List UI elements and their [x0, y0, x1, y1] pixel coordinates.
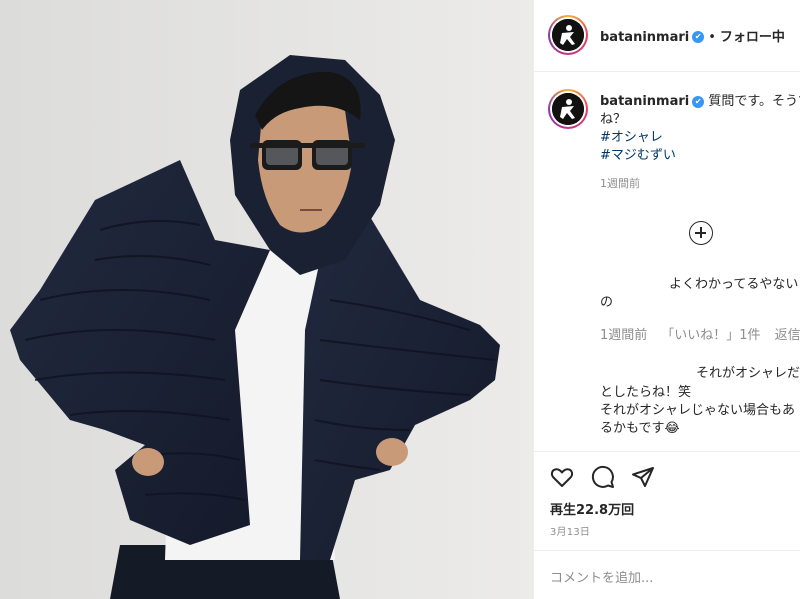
post-date[interactable]: 3月13日	[550, 523, 590, 538]
comments-section: bataninmari✔ 質問です。そうで ね？ #オシャレ #マジむずい 1週…	[534, 73, 800, 451]
author-username[interactable]: bataninmari	[600, 30, 689, 45]
caption-username[interactable]: bataninmari	[600, 94, 689, 109]
caption-time[interactable]: 1週間前	[600, 175, 800, 193]
share-icon[interactable]	[631, 465, 655, 489]
verified-badge-icon: ✔	[692, 95, 705, 108]
caption: bataninmari✔ 質問です。そうで ね？ #オシャレ #マジむずい 1週…	[600, 93, 800, 193]
reply-likes[interactable]: 「いいね！」1件	[661, 328, 760, 343]
avatar-logo-icon	[552, 93, 584, 125]
reply-1-meta: 1週間前 「いいね！」1件 返信	[600, 327, 800, 345]
reply-time[interactable]: 1週間前	[600, 328, 647, 343]
heart-icon[interactable]	[550, 465, 574, 489]
avatar-logo-icon	[552, 19, 584, 51]
post-actions: 再生22.8万回 3月13日	[534, 451, 800, 545]
comment-icon[interactable]	[591, 465, 615, 489]
add-comment-input[interactable]: コメントを追加...	[550, 567, 653, 586]
post-media[interactable]	[0, 0, 533, 599]
verified-badge-icon: ✔	[692, 30, 705, 43]
hashtag-link[interactable]: #オシャレ	[600, 129, 800, 147]
post-photo	[0, 0, 533, 599]
reply-2-line-2: としたらね！笑	[600, 385, 692, 400]
separator-dot: •	[708, 30, 716, 45]
hashtag-link[interactable]: #マジむずい	[600, 147, 800, 165]
caption-line-1: 質問です。そうで	[708, 94, 800, 109]
reply-2-line-3: それがオシャレじゃない場合もあ	[600, 403, 796, 418]
author-avatar[interactable]	[548, 15, 588, 55]
reply-2-line-4: るかもです😂	[600, 421, 680, 436]
caption-avatar[interactable]	[548, 89, 588, 129]
reply-2-line-1: それがオシャレだ	[696, 366, 800, 381]
add-comment-bar: コメントを追加...	[534, 550, 800, 599]
reply-1-line-2: の	[600, 295, 614, 310]
caption-line-2: ね？	[600, 112, 627, 127]
reply-button[interactable]: 返信	[775, 328, 800, 343]
post-side-panel: bataninmari✔•フォロー中 bataninmari✔ 質問です。そうで…	[533, 0, 800, 599]
following-button[interactable]: フォロー中	[720, 30, 785, 45]
post-header: bataninmari ✔ • フォロー中	[534, 0, 800, 72]
load-more-comments-icon[interactable]	[689, 221, 713, 245]
view-count[interactable]: 再生22.8万回	[550, 499, 634, 518]
reply-1-line-1: よくわかってるやない	[669, 277, 799, 292]
